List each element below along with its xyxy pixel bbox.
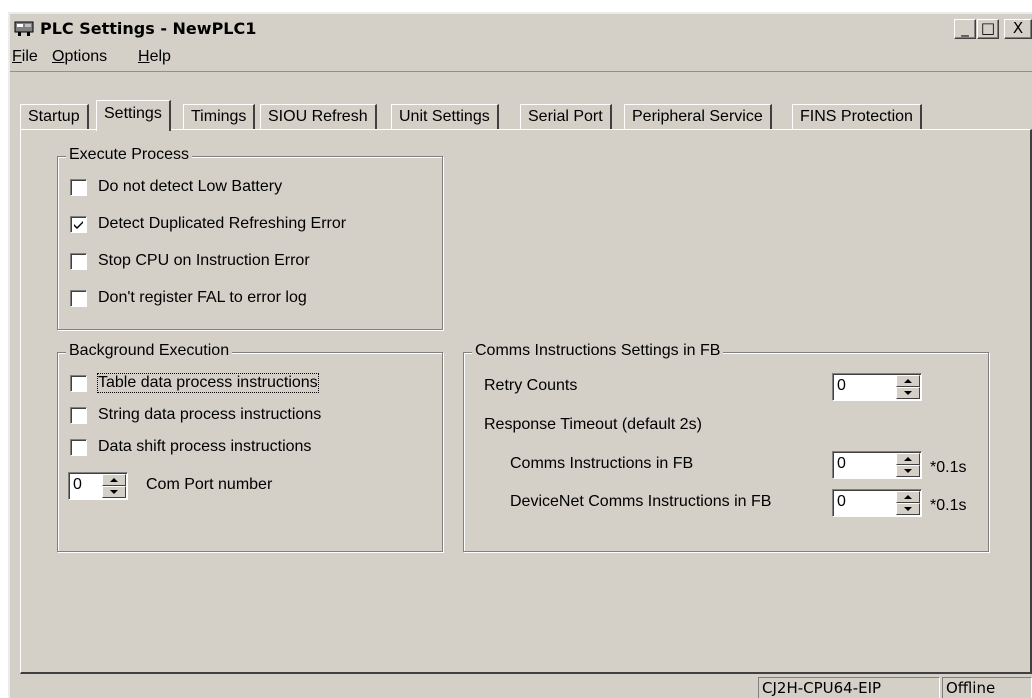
comms-instructions-value: 0 — [837, 455, 846, 472]
menu-help-label: elp — [149, 48, 171, 65]
retry-counts-label: Retry Counts — [484, 377, 578, 394]
duplicated-refresh-checkbox[interactable] — [70, 216, 87, 233]
data-shift-checkbox[interactable] — [70, 439, 87, 456]
menu-options-mnemonic: O — [52, 48, 65, 65]
plc-app-icon — [14, 21, 34, 36]
devicenet-instructions-up-button[interactable] — [896, 491, 920, 503]
comms-instructions-label: Comms Instructions in FB — [510, 455, 694, 472]
comms-instructions-spin-buttons — [896, 453, 920, 477]
string-data-label: String data process instructions — [98, 406, 322, 423]
tab-fins-protection[interactable]: FINS Protection — [792, 104, 922, 130]
tab-siou-refresh[interactable]: SIOU Refresh — [260, 104, 377, 130]
background-execution-group: Background Execution Table data process … — [57, 342, 443, 552]
tab-peripheral-service[interactable]: Peripheral Service — [624, 104, 772, 130]
devicenet-instructions-spin-buttons — [896, 491, 920, 515]
stop-cpu-checkbox[interactable] — [70, 253, 87, 270]
close-button[interactable]: X — [1004, 19, 1032, 39]
title-bar[interactable]: PLC Settings - NewPLC1 _ □ X — [10, 14, 1032, 44]
status-model: CJ2H-CPU64-EIP — [758, 677, 940, 698]
response-timeout-label: Response Timeout (default 2s) — [484, 416, 702, 433]
retry-counts-up-button[interactable] — [896, 375, 920, 387]
maximize-button[interactable]: □ — [977, 19, 999, 39]
fal-log-label: Don't register FAL to error log — [98, 289, 307, 306]
status-bar: CJ2H-CPU64-EIP Offline — [10, 674, 1032, 698]
duplicated-refresh-label: Detect Duplicated Refreshing Error — [98, 215, 347, 232]
low-battery-label: Do not detect Low Battery — [98, 178, 283, 195]
comms-fb-group: Comms Instructions Settings in FB Retry … — [463, 342, 989, 552]
comms-instructions-spinner[interactable]: 0 — [832, 451, 922, 479]
menu-file-label: ile — [21, 48, 38, 65]
retry-counts-spin-buttons — [896, 375, 920, 399]
com-port-label: Com Port number — [146, 476, 273, 493]
low-battery-checkbox[interactable] — [70, 179, 87, 196]
devicenet-instructions-unit: *0.1s — [930, 497, 967, 514]
menu-help-mnemonic: H — [138, 48, 150, 65]
tab-timings[interactable]: Timings — [183, 104, 256, 130]
devicenet-instructions-down-button[interactable] — [896, 503, 920, 515]
retry-counts-value: 0 — [837, 377, 846, 394]
com-port-up-button[interactable] — [102, 474, 126, 486]
stop-cpu-label: Stop CPU on Instruction Error — [98, 252, 310, 269]
menu-options-label: ptions — [64, 48, 108, 65]
tab-unit-settings[interactable]: Unit Settings — [391, 104, 499, 130]
menu-help[interactable]: Help — [138, 48, 171, 66]
table-data-label: Table data process instructions — [97, 373, 319, 393]
menu-file-mnemonic: F — [12, 48, 22, 65]
checkmark-icon — [74, 221, 83, 229]
com-port-value: 0 — [73, 476, 82, 493]
table-data-checkbox[interactable] — [70, 375, 87, 392]
menu-bar: File Options Help — [10, 44, 1032, 72]
background-execution-title: Background Execution — [66, 342, 233, 360]
menu-file[interactable]: File — [12, 48, 38, 66]
com-port-down-button[interactable] — [102, 486, 126, 498]
window-title: PLC Settings - NewPLC1 — [40, 19, 257, 38]
comms-instructions-up-button[interactable] — [896, 453, 920, 465]
com-port-spin-buttons — [102, 474, 126, 498]
comms-instructions-down-button[interactable] — [896, 465, 920, 477]
tab-startup[interactable]: Startup — [20, 104, 89, 130]
devicenet-instructions-label: DeviceNet Comms Instructions in FB — [510, 493, 772, 510]
devicenet-instructions-spinner[interactable]: 0 — [832, 489, 922, 517]
comms-fb-title: Comms Instructions Settings in FB — [472, 342, 724, 360]
retry-counts-spinner[interactable]: 0 — [832, 373, 922, 401]
string-data-checkbox[interactable] — [70, 407, 87, 424]
data-shift-label: Data shift process instructions — [98, 438, 312, 455]
comms-instructions-unit: *0.1s — [930, 459, 967, 476]
execute-process-group: Execute Process Do not detect Low Batter… — [57, 146, 443, 330]
plc-settings-window: PLC Settings - NewPLC1 _ □ X File Option… — [8, 12, 1032, 698]
menu-options[interactable]: Options — [52, 48, 107, 66]
devicenet-instructions-value: 0 — [837, 493, 846, 510]
execute-process-title: Execute Process — [66, 146, 193, 164]
tab-serial-port[interactable]: Serial Port — [520, 104, 612, 130]
retry-counts-down-button[interactable] — [896, 387, 920, 399]
tab-settings[interactable]: Settings — [96, 100, 171, 131]
com-port-spinner[interactable]: 0 — [68, 472, 128, 500]
minimize-button[interactable]: _ — [954, 19, 976, 39]
status-mode: Offline — [942, 677, 1032, 698]
fal-log-checkbox[interactable] — [70, 290, 87, 307]
settings-tab-panel: Execute Process Do not detect Low Batter… — [20, 129, 1032, 674]
